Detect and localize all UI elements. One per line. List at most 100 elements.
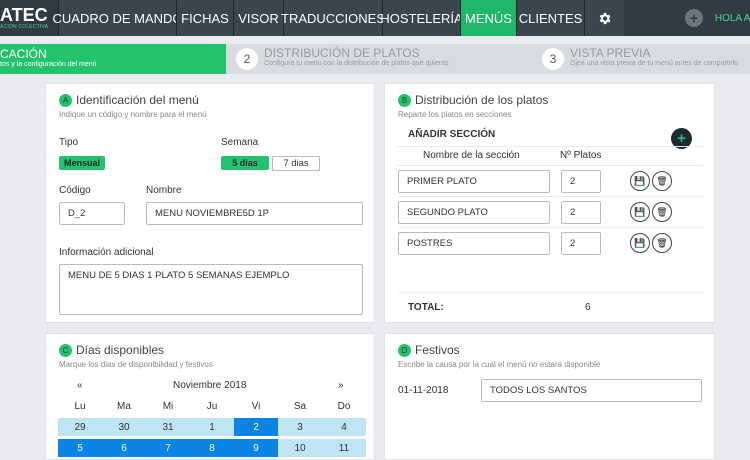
weekday-header: Mi [162, 400, 174, 412]
user-greeting[interactable]: HOLA AL [715, 13, 750, 24]
calendar-day-selected[interactable]: 7 [146, 439, 190, 457]
festivo-date: 01-11-2018 [398, 385, 449, 396]
calendar-day[interactable]: 31 [146, 418, 190, 436]
save-section-button[interactable]: 💾 [630, 202, 650, 222]
section-name-input[interactable]: POSTRES [398, 232, 550, 255]
trash-icon: 🗑 [656, 206, 668, 217]
info-adicional-textarea[interactable]: MENU DE 5 DIAS 1 PLATO 5 SEMANAS EJEMPLO [59, 264, 363, 315]
step-2-subtitle: Configura tu menú con la distribución de… [264, 60, 449, 67]
festivos-title-text: Festivos [415, 343, 460, 357]
festivos-subtitle: Escribe la causa por la cual el menú no … [398, 360, 601, 369]
weekday-header: Lu [74, 400, 86, 412]
dias-subtitle: Marque los dias de disponibilidad y fest… [59, 360, 213, 369]
step-1-subtitle: tos y la configuración del menú [0, 61, 97, 68]
section-letter-d: D [398, 343, 411, 357]
section-count-input[interactable]: 2 [561, 232, 601, 255]
nombre-input[interactable]: MENU NOVIEMBRE5D 1P [146, 202, 363, 225]
identificacion-subtitle: Indique un código y nombre para el menú [59, 110, 207, 119]
tipo-label: Tipo [59, 137, 79, 148]
divider [398, 227, 703, 228]
identificacion-panel: A Identificación del menú Indique un cód… [45, 83, 375, 323]
weekday-header: Ma [117, 400, 131, 412]
total-label: TOTAL: [408, 302, 444, 313]
calendar-day[interactable]: 30 [102, 418, 146, 436]
semana-5-dias-button[interactable]: 5 dias [221, 156, 269, 170]
festivo-cause-input[interactable]: TODOS LOS SANTOS [481, 379, 702, 402]
codigo-label: Código [59, 185, 91, 196]
step-1-title: CACIÓN [0, 47, 47, 61]
calendar-day[interactable]: 11 [322, 439, 366, 457]
settings-button[interactable] [584, 0, 624, 36]
codigo-input[interactable]: D_2 [59, 202, 125, 225]
dias-title: C Días disponibles [59, 343, 164, 357]
col-platos-header: Nº Platos [560, 150, 602, 161]
section-letter-a: A [59, 93, 72, 107]
tipo-badge[interactable]: Mensual [59, 156, 106, 170]
divider [398, 146, 703, 147]
step-1[interactable]: CACIÓN tos y la configuración del menú [0, 44, 226, 74]
semana-label: Semana [221, 137, 259, 148]
step-3-number: 3 [542, 48, 564, 70]
trash-icon: 🗑 [656, 237, 668, 248]
calendar-day[interactable]: 4 [322, 418, 366, 436]
brand-tagline: ACIÓN COLECTIVA [0, 24, 49, 30]
weekday-header: Do [337, 400, 351, 412]
save-icon: 💾 [634, 237, 646, 248]
step-2-title: DISTRIBUCIÓN DE PLATOS [264, 46, 420, 60]
dias-panel: C Días disponibles Marque los dias de di… [45, 333, 375, 460]
nav-hosteleria[interactable]: HOSTELERÍA [380, 0, 463, 36]
calendar-day[interactable]: 29 [58, 418, 102, 436]
identificacion-title: A Identificación del menú [59, 93, 199, 107]
calendar-day-selected[interactable]: 6 [102, 439, 146, 457]
section-name-input[interactable]: PRIMER PLATO [398, 170, 550, 193]
calendar-day[interactable]: 3 [278, 418, 322, 436]
calendar-month-label[interactable]: Noviembre 2018 [173, 380, 246, 391]
nav-clientes[interactable]: CLIENTES [516, 0, 584, 36]
semana-7-dias-button[interactable]: 7 dias [272, 156, 320, 171]
save-icon: 💾 [634, 175, 646, 186]
step-3-subtitle: Ojea una vista previa de tu menú antes d… [570, 60, 739, 67]
section-count-input[interactable]: 2 [561, 201, 601, 224]
weekday-header: Ju [206, 400, 218, 412]
nav-menus[interactable]: MENÚS [460, 0, 516, 36]
delete-section-button[interactable]: 🗑 [652, 202, 672, 222]
nombre-label: Nombre [146, 185, 182, 196]
nav-cuadro-de-mando[interactable]: CUADRO DE MANDO [53, 0, 183, 36]
calendar-prev-button[interactable]: « [77, 380, 83, 391]
section-letter-b: B [398, 93, 411, 107]
delete-section-button[interactable]: 🗑 [652, 233, 672, 253]
save-icon: 💾 [634, 206, 646, 217]
nav-user-area: + HOLA AL [624, 0, 750, 36]
gear-icon [599, 12, 611, 24]
calendar-day-selected[interactable]: 5 [58, 439, 102, 457]
save-section-button[interactable]: 💾 [630, 171, 650, 191]
nav-visor[interactable]: VISOR [233, 0, 283, 36]
distribucion-subtitle: Reparte los platos en secciones [398, 110, 512, 119]
calendar-next-button[interactable]: » [338, 380, 344, 391]
festivos-panel: D Festivos Escribe la causa por la cual … [384, 333, 715, 460]
brand-name: ATEC [0, 5, 48, 25]
add-section-label: AÑADIR SECCIÓN [408, 129, 496, 140]
calendar-day[interactable]: 1 [190, 418, 234, 436]
delete-section-button[interactable]: 🗑 [652, 171, 672, 191]
add-icon[interactable]: + [684, 9, 703, 27]
section-count-input[interactable]: 2 [561, 170, 601, 193]
distribucion-title: B Distribución de los platos [398, 93, 548, 107]
nav-traducciones[interactable]: TRADUCCIONES [281, 0, 385, 36]
calendar-day-selected[interactable]: 2 [234, 418, 278, 436]
section-name-input[interactable]: SEGUNDO PLATO [398, 201, 550, 224]
nav-fichas[interactable]: FICHAS [176, 0, 233, 36]
col-nombre-header: Nombre de la sección [423, 150, 520, 161]
info-adicional-label: Información adicional [59, 247, 154, 258]
brand-logo[interactable]: ATEC ACIÓN COLECTIVA [0, 0, 58, 36]
divider [398, 292, 703, 293]
dias-title-text: Días disponibles [76, 343, 165, 357]
save-section-button[interactable]: 💾 [630, 233, 650, 253]
step-2[interactable]: 2 DISTRIBUCIÓN DE PLATOS Configura tu me… [236, 44, 526, 74]
calendar-day-selected[interactable]: 8 [190, 439, 234, 457]
calendar-day-selected[interactable]: 9 [234, 439, 278, 457]
calendar-day[interactable]: 10 [278, 439, 322, 457]
step-3[interactable]: 3 VISTA PREVIA Ojea una vista previa de … [542, 44, 750, 74]
divider [398, 165, 703, 166]
trash-icon: 🗑 [656, 175, 668, 186]
